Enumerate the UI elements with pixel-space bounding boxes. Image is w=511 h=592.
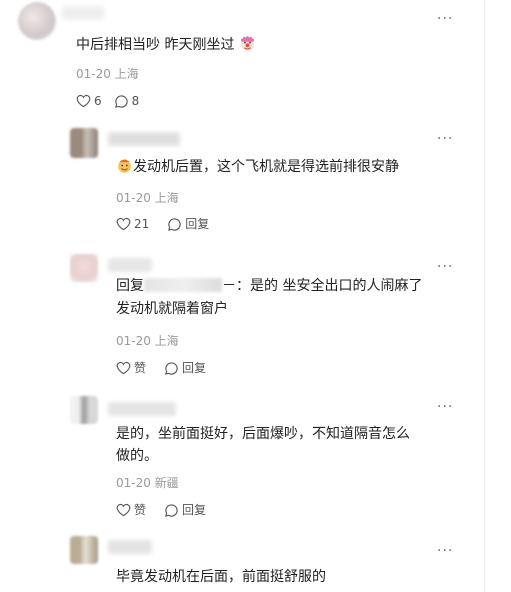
comment-item-3: ··· 回复 －：是的 坐安全出口的人闹麻了 发动机就隔着窗户 01-20 上海 … <box>0 248 483 388</box>
comment-bubble-icon <box>114 94 128 108</box>
comment-item-1: ··· 中后排相当吵 昨天刚坐过 01-20 上海 6 8 <box>0 0 483 120</box>
comment-text: 是的，坐前面挺好，后面爆吵，不知道隔音怎么 <box>116 426 410 442</box>
reply-prefix: 回复 <box>116 278 144 294</box>
username-redacted[interactable] <box>62 6 104 20</box>
username-redacted[interactable] <box>108 402 176 416</box>
more-options-icon[interactable]: ··· <box>437 12 453 26</box>
more-options-icon[interactable]: ··· <box>437 400 453 414</box>
comment-text-line2: 做的。 <box>116 448 158 464</box>
heart-icon <box>116 503 131 517</box>
comment-item-4: ··· 是的，坐前面挺好，后面爆吵，不知道隔音怎么 做的。 01-20 新疆 赞… <box>0 388 483 528</box>
clown-emoji-icon <box>240 36 254 51</box>
comment-item-5: ··· 毕竟发动机在后面，前面挺舒服的 <box>0 528 483 592</box>
more-options-icon[interactable]: ··· <box>437 260 453 274</box>
username-redacted[interactable] <box>108 132 180 146</box>
reply-target-redacted[interactable] <box>144 278 222 292</box>
reply-button[interactable]: 回复 <box>167 216 209 232</box>
reply-button[interactable]: 回复 <box>164 360 206 376</box>
smiling-emoji-icon <box>118 159 131 173</box>
comment-actions: 6 8 <box>76 93 139 109</box>
comment-text: 毕竟发动机在后面，前面挺舒服的 <box>116 569 326 585</box>
avatar[interactable] <box>70 536 98 564</box>
username-redacted[interactable] <box>108 540 152 554</box>
heart-icon <box>76 94 91 108</box>
comment-actions: 21 回复 <box>116 216 209 232</box>
avatar[interactable] <box>70 254 98 282</box>
avatar[interactable] <box>70 396 98 424</box>
comment-meta: 01-20 上海 <box>116 191 179 205</box>
more-options-icon[interactable]: ··· <box>437 544 453 558</box>
comment-text: 回复 －：是的 坐安全出口的人闹麻了 <box>116 278 423 294</box>
like-button[interactable]: 赞 <box>116 502 146 518</box>
comment-actions: 赞 回复 <box>116 502 206 518</box>
like-button[interactable]: 21 <box>116 216 149 232</box>
username-redacted[interactable] <box>108 258 152 272</box>
panel-divider <box>484 0 485 592</box>
comment-bubble-icon <box>165 503 178 517</box>
comment-text: 发动机后置，这个飞机就是得选前排很安静 <box>116 156 399 178</box>
comment-text-line2: 发动机就隔着窗户 <box>116 301 228 317</box>
like-button[interactable]: 赞 <box>116 360 146 376</box>
comment-bubble-icon <box>168 217 181 231</box>
comment-bubble-icon <box>165 361 178 375</box>
comment-meta: 01-20 上海 <box>116 334 179 348</box>
comment-text: 中后排相当吵 昨天刚坐过 <box>76 34 256 56</box>
heart-icon <box>116 361 131 375</box>
avatar[interactable] <box>18 2 56 40</box>
comment-meta: 01-20 上海 <box>76 67 139 81</box>
comment-item-2: ··· 发动机后置，这个飞机就是得选前排很安静 01-20 上海 21 回复 <box>0 120 483 248</box>
heart-icon <box>116 217 131 231</box>
reply-button[interactable]: 回复 <box>164 502 206 518</box>
reply-button[interactable]: 8 <box>114 93 139 109</box>
like-button[interactable]: 6 <box>76 93 102 109</box>
avatar[interactable] <box>70 128 98 158</box>
comment-meta: 01-20 新疆 <box>116 476 179 490</box>
more-options-icon[interactable]: ··· <box>437 132 453 146</box>
comment-actions: 赞 回复 <box>116 360 206 376</box>
